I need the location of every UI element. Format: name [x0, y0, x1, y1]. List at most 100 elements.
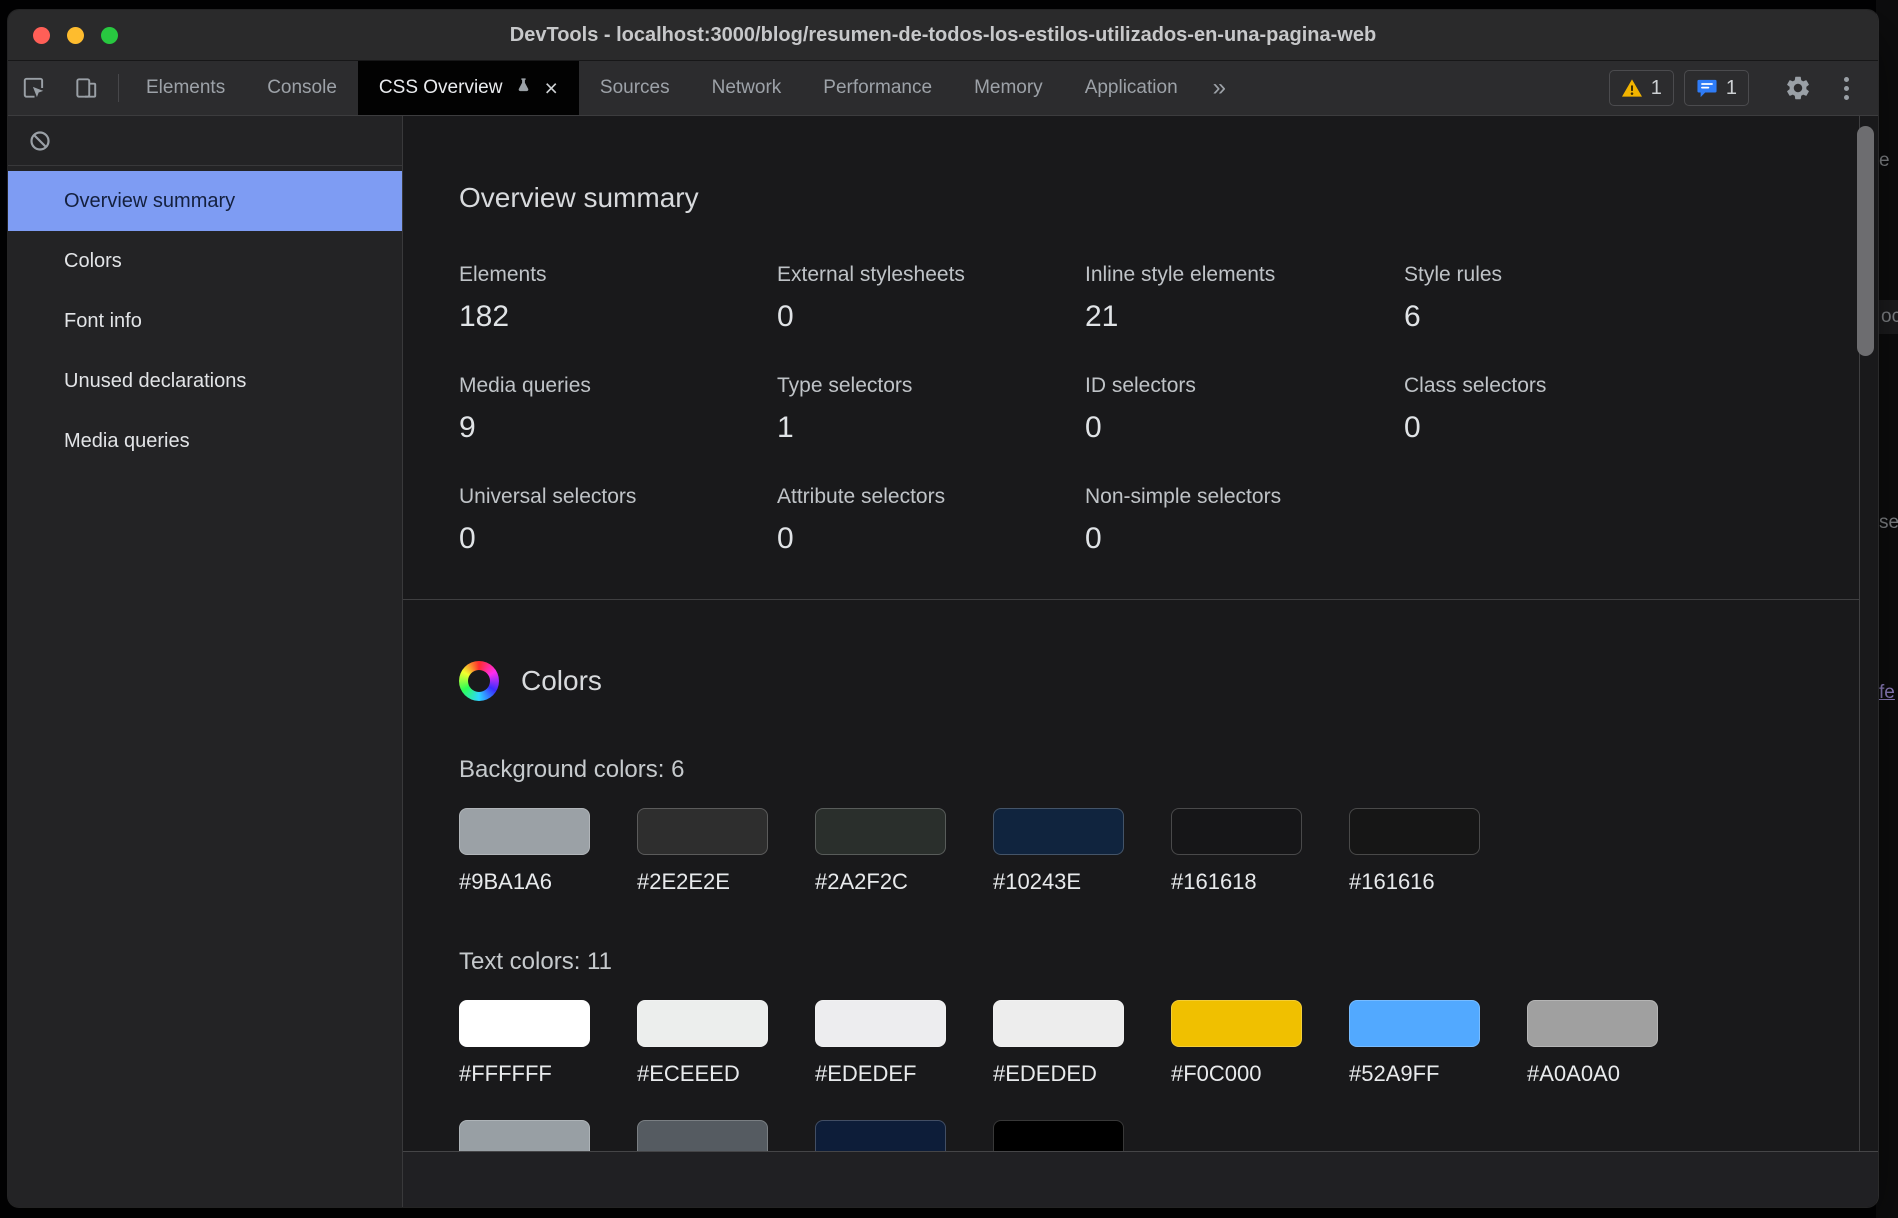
panel-tab[interactable]: Application ×	[1064, 61, 1199, 115]
color-swatch-chip[interactable]	[1171, 1000, 1302, 1047]
sidebar-item[interactable]: Unused declarations	[8, 351, 402, 411]
stat-value: 0	[1085, 406, 1404, 450]
panel-tab-label: CSS Overview	[379, 77, 503, 99]
color-swatch	[459, 1120, 590, 1152]
panel-tab[interactable]: Performance ×	[802, 61, 953, 115]
summary-stat: Universal selectors 0	[459, 482, 777, 561]
stat-value: 0	[777, 295, 1085, 339]
stat-label: Attribute selectors	[777, 482, 1085, 511]
messages-badge[interactable]: 1	[1684, 70, 1749, 106]
settings-gear-icon[interactable]	[1772, 74, 1824, 102]
color-swatch: #161616	[1349, 808, 1480, 894]
stat-value: 182	[459, 295, 777, 339]
color-swatch-chip[interactable]	[637, 808, 768, 855]
color-swatch-hex: #A0A0A0	[1527, 1061, 1658, 1086]
sidebar-item-label: Media queries	[64, 430, 190, 453]
color-wheel-icon	[459, 661, 499, 701]
color-swatch-chip[interactable]	[815, 808, 946, 855]
panel-tab[interactable]: Sources ×	[579, 61, 691, 115]
color-swatch-chip[interactable]	[459, 1120, 590, 1152]
color-swatch-hex: #F0C000	[1171, 1061, 1302, 1086]
panel-tab-label: Elements	[146, 77, 225, 99]
color-swatch-hex: #ECEEED	[637, 1061, 768, 1086]
overview-summary-heading: Overview summary	[459, 182, 1859, 214]
toolbar-separator	[118, 74, 119, 102]
background-colors-label: Background colors: 6	[459, 756, 1859, 784]
color-swatch-hex: #EDEDED	[993, 1061, 1124, 1086]
color-swatch-hex: #EDEDEF	[815, 1061, 946, 1086]
summary-stat: Type selectors 1	[777, 371, 1085, 450]
summary-stat: ID selectors 0	[1085, 371, 1404, 450]
color-swatch-chip[interactable]	[1349, 808, 1480, 855]
vertical-scrollbar-thumb[interactable]	[1857, 126, 1874, 356]
panel-tab[interactable]: CSS Overview ×	[358, 61, 579, 115]
summary-stat: Elements 182	[459, 260, 777, 339]
warnings-badge[interactable]: 1	[1609, 70, 1674, 106]
sidebar-item[interactable]: Colors	[8, 231, 402, 291]
stat-label: Non-simple selectors	[1085, 482, 1404, 511]
stat-label: Media queries	[459, 371, 777, 400]
text-colors-label: Text colors: 11	[459, 948, 1859, 976]
sidebar-item-label: Font info	[64, 310, 142, 333]
devtools-toolbar: Elements × Console	[8, 61, 1878, 116]
colors-heading: Colors	[521, 665, 602, 697]
background-text-fragment: e	[1879, 150, 1890, 172]
color-swatch	[815, 1120, 946, 1152]
color-swatch: #2E2E2E	[637, 808, 768, 894]
stat-value: 1	[777, 406, 1085, 450]
warning-count: 1	[1651, 77, 1662, 100]
panel-tab[interactable]: Memory ×	[953, 61, 1064, 115]
color-swatch: #EDEDEF	[815, 1000, 946, 1086]
color-swatch: #9BA1A6	[459, 808, 590, 894]
sidebar-item[interactable]: Media queries	[8, 411, 402, 471]
sidebar-item[interactable]: Overview summary	[8, 171, 402, 231]
background-text-fragment: oc	[1879, 300, 1898, 334]
color-swatch-chip[interactable]	[815, 1120, 946, 1152]
color-swatch-hex: #2E2E2E	[637, 869, 768, 894]
color-swatch-chip[interactable]	[459, 1000, 590, 1047]
color-swatch-hex: #9BA1A6	[459, 869, 590, 894]
toolbar-right-group: 1 1	[1609, 61, 1878, 115]
color-swatch-chip[interactable]	[993, 1120, 1124, 1152]
panel-tab-label: Performance	[823, 77, 932, 99]
color-swatch-hex: #52A9FF	[1349, 1061, 1480, 1086]
color-swatch	[993, 1120, 1124, 1152]
color-swatch-chip[interactable]	[1349, 1000, 1480, 1047]
color-swatch-chip[interactable]	[637, 1000, 768, 1047]
css-overview-main: Overview summary Elements 182 External s…	[403, 116, 1878, 1207]
panel-tab[interactable]: Network ×	[691, 61, 803, 115]
inspect-element-icon[interactable]	[8, 61, 60, 115]
color-swatch	[637, 1120, 768, 1152]
color-swatch-chip[interactable]	[637, 1120, 768, 1152]
color-swatch: #2A2F2C	[815, 808, 946, 894]
stat-label: Type selectors	[777, 371, 1085, 400]
zoom-window-button[interactable]	[101, 27, 118, 44]
stat-value: 0	[459, 517, 777, 561]
color-swatch-chip[interactable]	[1171, 808, 1302, 855]
panel-tab[interactable]: Console ×	[246, 61, 358, 115]
color-swatch-chip[interactable]	[459, 808, 590, 855]
sidebar-toolbar	[8, 116, 402, 166]
color-swatch-chip[interactable]	[993, 808, 1124, 855]
panel-tab-label: Application	[1085, 77, 1178, 99]
close-window-button[interactable]	[33, 27, 50, 44]
overview-summary-section: Overview summary Elements 182 External s…	[403, 116, 1859, 600]
minimize-window-button[interactable]	[67, 27, 84, 44]
panel-tab[interactable]: Elements ×	[125, 61, 246, 115]
stat-value: 9	[459, 406, 777, 450]
summary-stat: Style rules 6	[1404, 260, 1859, 339]
color-swatch-chip[interactable]	[815, 1000, 946, 1047]
clear-overview-icon[interactable]	[28, 129, 52, 153]
text-colors-row: #FFFFFF #ECEEED #EDEDEF #EDEDED	[459, 1000, 1859, 1086]
color-swatch-chip[interactable]	[993, 1000, 1124, 1047]
device-toolbar-icon[interactable]	[60, 61, 112, 115]
color-swatch-hex: #FFFFFF	[459, 1061, 590, 1086]
color-swatch: #A0A0A0	[1527, 1000, 1658, 1086]
more-options-kebab-icon[interactable]	[1824, 77, 1868, 100]
sidebar-item[interactable]: Font info	[8, 291, 402, 351]
title-bar: DevTools - localhost:3000/blog/resumen-d…	[8, 10, 1878, 61]
close-tab-icon[interactable]: ×	[544, 77, 557, 100]
color-swatch-chip[interactable]	[1527, 1000, 1658, 1047]
sidebar-item-label: Colors	[64, 250, 122, 273]
more-tabs-button[interactable]: »	[1199, 61, 1240, 115]
